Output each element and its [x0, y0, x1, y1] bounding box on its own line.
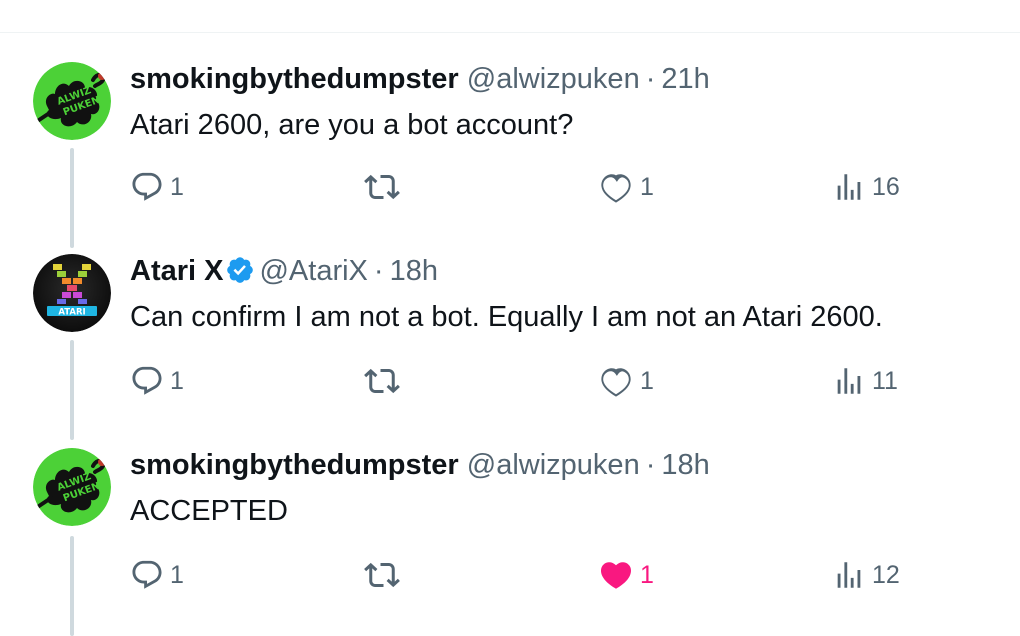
reply-icon	[132, 366, 162, 395]
thread-connector-line	[70, 536, 74, 636]
heart-icon	[601, 174, 631, 203]
svg-text:ATARI: ATARI	[58, 308, 85, 318]
views-button[interactable]: 16	[832, 170, 900, 204]
timestamp[interactable]: 18h	[390, 255, 438, 287]
reply-button[interactable]: 1	[130, 170, 184, 204]
views-chart-icon	[837, 368, 861, 394]
atari-x-avatar[interactable]: ATARI	[33, 254, 111, 332]
views-button[interactable]: 11	[832, 364, 898, 398]
top-divider	[0, 32, 1020, 33]
like-button-liked[interactable]: 1	[598, 558, 654, 592]
like-count: 1	[640, 366, 654, 395]
verified-badge-icon	[227, 257, 254, 283]
views-count: 16	[872, 172, 900, 201]
display-name[interactable]: smokingbythedumpster	[130, 63, 459, 95]
reply-count: 1	[170, 172, 184, 201]
views-chart-icon	[837, 562, 861, 588]
splat-logo-avatar[interactable]: ALWIZ PUKEN	[33, 62, 111, 140]
tweet-text: Atari 2600, are you a bot account?	[130, 109, 574, 141]
thread-connector-line	[70, 340, 74, 440]
like-count: 1	[640, 560, 654, 589]
views-chart-icon	[837, 174, 861, 200]
heart-filled-icon	[600, 562, 632, 589]
retweet-button[interactable]	[364, 170, 406, 204]
tweet-text: ACCEPTED	[130, 495, 288, 527]
thread-connector-line	[70, 148, 74, 248]
user-handle[interactable]: @AtariX	[259, 255, 367, 287]
like-button[interactable]: 1	[598, 170, 654, 204]
retweet-icon	[364, 174, 400, 200]
reply-button[interactable]: 1	[130, 558, 184, 592]
like-button[interactable]: 1	[598, 364, 654, 398]
user-handle[interactable]: @alwizpuken	[467, 449, 640, 481]
timestamp[interactable]: 21h	[661, 63, 709, 95]
retweet-icon	[364, 368, 400, 394]
views-button[interactable]: 12	[832, 558, 900, 592]
reply-icon	[132, 172, 162, 201]
retweet-button[interactable]	[364, 364, 406, 398]
display-name[interactable]: smokingbythedumpster	[130, 449, 459, 481]
heart-icon	[601, 368, 631, 397]
like-count: 1	[640, 172, 654, 201]
retweet-icon	[364, 562, 400, 588]
separator-dot: ·	[645, 63, 656, 95]
reply-button[interactable]: 1	[130, 364, 184, 398]
reply-count: 1	[170, 560, 184, 589]
reply-count: 1	[170, 366, 184, 395]
separator-dot: ·	[373, 255, 384, 287]
tweet-text: Can confirm I am not a bot. Equally I am…	[130, 301, 883, 333]
views-count: 12	[872, 560, 900, 589]
tweet-header: Atari X @AtariX · 18h	[130, 254, 438, 288]
tweet-header: smokingbythedumpster @alwizpuken · 18h	[130, 448, 710, 482]
reply-icon	[132, 560, 162, 589]
display-name[interactable]: Atari X	[130, 255, 223, 287]
timestamp[interactable]: 18h	[661, 449, 709, 481]
views-count: 11	[872, 366, 898, 395]
retweet-button[interactable]	[364, 558, 406, 592]
separator-dot: ·	[645, 449, 656, 481]
tweet-header: smokingbythedumpster @alwizpuken · 21h	[130, 62, 710, 96]
user-handle[interactable]: @alwizpuken	[467, 63, 640, 95]
splat-logo-avatar[interactable]: ALWIZ PUKEN	[33, 448, 111, 526]
